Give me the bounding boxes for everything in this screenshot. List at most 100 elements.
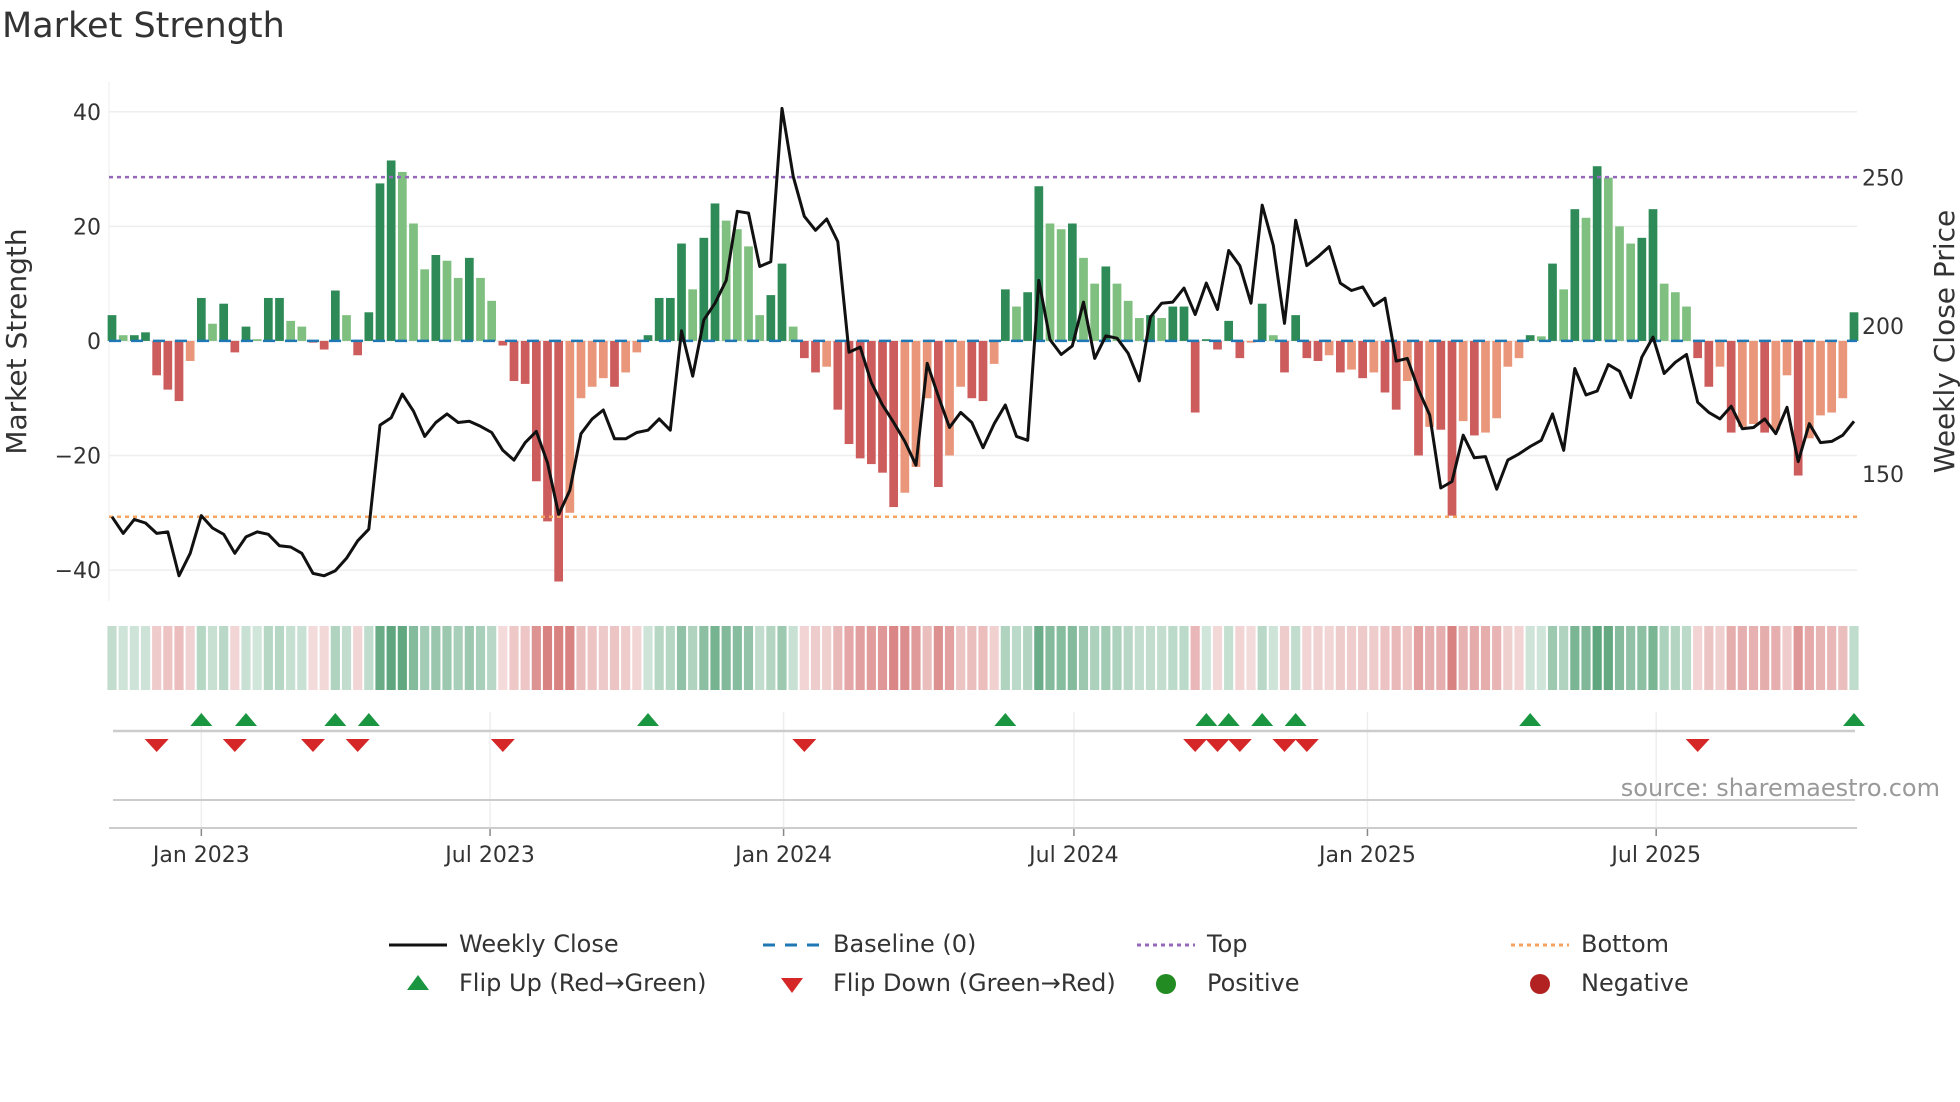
strength-strip-cell — [1413, 626, 1424, 690]
strength-strip-cell — [464, 626, 474, 690]
strength-strip-cell — [1503, 626, 1513, 690]
strength-strip-cell — [1458, 626, 1468, 690]
strength-bar — [1749, 340, 1758, 424]
x-tick-label: Jan 2023 — [151, 843, 250, 868]
strength-bar — [1213, 340, 1222, 350]
flip-up-marker — [190, 713, 213, 726]
strength-strip-cell — [487, 626, 497, 690]
strength-strip-cell — [1034, 626, 1044, 690]
strength-strip-cell — [699, 626, 709, 690]
strength-strip-cell — [1782, 626, 1792, 690]
strength-strip-cell — [1827, 626, 1837, 690]
strength-strip-cell — [397, 626, 407, 690]
strength-bar — [163, 340, 173, 390]
strength-strip-cell — [822, 626, 832, 690]
strength-strip-cell — [654, 626, 664, 690]
strength-strip-cell — [1157, 626, 1167, 690]
flip-up-marker — [1217, 713, 1240, 726]
strength-strip-cell — [866, 626, 876, 690]
strength-strip-cell — [1358, 626, 1368, 690]
strength-bar — [297, 326, 307, 341]
strength-bar — [174, 340, 184, 402]
strength-bar — [152, 340, 162, 376]
legend-flip-down-icon — [781, 978, 803, 993]
strength-strip-cell — [933, 626, 943, 690]
flip-up-marker — [1195, 713, 1218, 726]
strength-bar — [353, 340, 363, 356]
strength-strip-cell — [1402, 626, 1412, 690]
strength-strip-cell — [1112, 626, 1122, 690]
strength-bar — [1291, 315, 1301, 341]
strength-strip-cell — [207, 626, 218, 690]
flip-down-marker — [1183, 739, 1208, 752]
flip-down-marker — [345, 739, 370, 752]
strength-bar — [978, 340, 988, 402]
strength-strip-cell — [1492, 626, 1502, 690]
legend-label-baseline: Baseline (0) — [833, 930, 977, 958]
y2-tick-label: 250 — [1862, 166, 1904, 191]
strength-bar — [1626, 243, 1636, 341]
x-tick-label: Jan 2024 — [733, 843, 832, 868]
strength-bar — [710, 203, 720, 341]
strength-strip-cell — [107, 626, 117, 690]
y2-tick-label: 150 — [1862, 463, 1904, 488]
strength-bar — [442, 260, 452, 341]
strength-strip-cell — [364, 626, 374, 690]
strength-strip-cell — [1603, 626, 1613, 690]
strength-strip-cell — [1335, 626, 1345, 690]
strength-bar — [945, 340, 954, 456]
strength-bar — [1280, 340, 1289, 373]
strength-strip-cell — [1224, 626, 1234, 690]
strength-strip-cell — [498, 626, 508, 690]
strength-strip-cell — [922, 626, 932, 690]
strength-bar — [1302, 340, 1312, 359]
flip-down-marker — [792, 739, 817, 752]
strength-strip-cell — [643, 626, 653, 690]
strength-strip-cell — [1023, 626, 1033, 690]
strength-strip-cell — [1279, 626, 1290, 690]
y-axis-label: Market Strength — [0, 228, 33, 454]
strength-strip-cell — [587, 626, 597, 690]
strength-strip-cell — [1670, 626, 1680, 690]
strength-bar — [833, 340, 843, 410]
flip-up-marker — [637, 713, 659, 726]
strength-strip-cell — [598, 626, 608, 690]
strength-bar — [1693, 340, 1703, 359]
strength-bar — [632, 340, 642, 353]
strength-bar — [576, 340, 586, 399]
strength-strip-cell — [944, 626, 955, 690]
flip-up-marker — [324, 713, 347, 726]
strength-bar — [788, 326, 798, 341]
flip-up-marker — [1519, 713, 1542, 726]
strength-bar — [1559, 289, 1569, 341]
strength-bar — [1168, 306, 1178, 341]
strength-strip-cell — [1581, 626, 1591, 690]
strength-strip-cell — [1078, 626, 1089, 690]
flip-up-marker — [357, 713, 380, 726]
strength-bar — [420, 269, 430, 341]
strength-bar — [1101, 266, 1111, 341]
flip-up-marker — [1284, 713, 1307, 726]
strength-strip-cell — [1559, 626, 1569, 690]
strength-strip-cell — [263, 626, 273, 690]
strength-bar — [1324, 340, 1334, 356]
flip-up-marker — [1251, 713, 1274, 726]
strength-strip-cell — [174, 626, 184, 690]
strength-bar — [900, 340, 910, 493]
strength-bar — [1592, 166, 1602, 341]
strength-bar — [1704, 340, 1714, 387]
strength-strip-cell — [1704, 626, 1714, 690]
strength-strip-cell — [1123, 626, 1133, 690]
strength-bar — [1514, 340, 1524, 359]
strength-strip-cell — [1447, 626, 1457, 690]
flip-up-marker — [235, 713, 257, 726]
strength-bar — [185, 340, 195, 361]
strength-bar — [1503, 340, 1513, 367]
strength-strip-cell — [1425, 626, 1435, 690]
legend-label-top: Top — [1207, 930, 1248, 958]
strength-strip-cell — [1514, 626, 1524, 690]
strength-strip-cell — [129, 626, 139, 690]
flip-down-marker — [1227, 739, 1252, 752]
strength-bar — [766, 295, 776, 341]
strength-strip-cell — [766, 626, 776, 690]
